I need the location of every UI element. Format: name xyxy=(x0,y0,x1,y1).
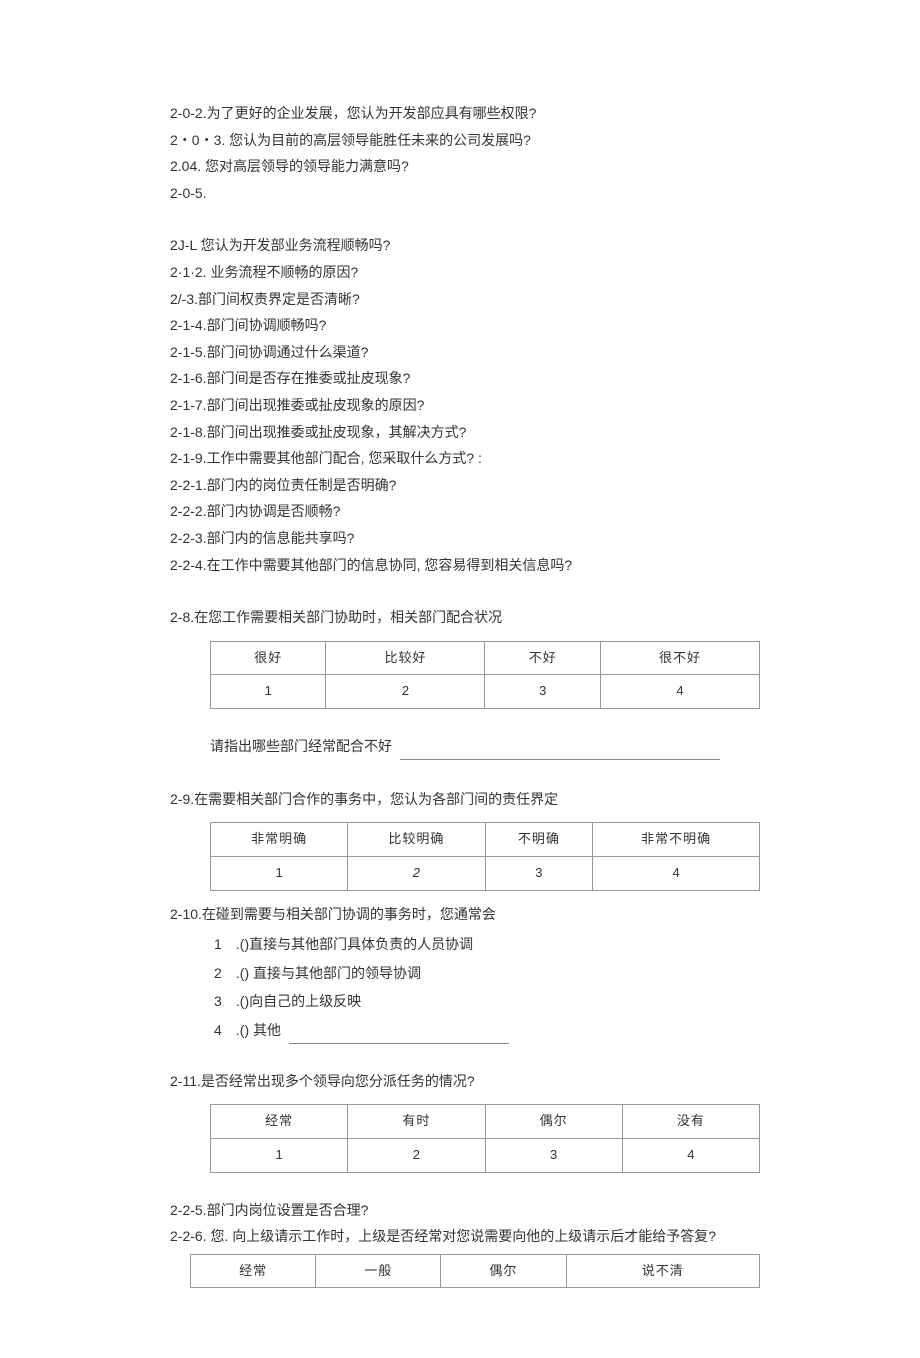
table-header: 比较好 xyxy=(326,641,485,675)
question-2-2-6: 2-2-6. 您. 向上级请示工作时，上级是否经常对您说需要向他的上级请示后才能… xyxy=(170,1223,750,1250)
option-number: 2 xyxy=(214,960,232,987)
table-cell: 1 xyxy=(211,1138,348,1172)
table-header: 比较明确 xyxy=(348,823,485,857)
question-2-1-9: 2-1-9.工作中需要其他部门配合, 您采取什么方式? : xyxy=(170,445,750,472)
table-cell: 2 xyxy=(326,675,485,709)
table-cell: 1 xyxy=(211,675,326,709)
table-header: 经常 xyxy=(191,1254,316,1288)
table-cell: 3 xyxy=(485,675,600,709)
question-2-10-title: 2-10.在碰到需要与相关部门协调的事务时，您通常会 xyxy=(170,901,750,928)
question-2-2-1: 2-2-1.部门内的岗位责任制是否明确? xyxy=(170,472,750,499)
question-2-2-4: 2-2-4.在工作中需要其他部门的信息协同, 您容易得到相关信息吗? xyxy=(170,552,750,579)
table-header: 不好 xyxy=(485,641,600,675)
question-2j-l: 2J-L 您认为开发部业务流程顺畅吗? xyxy=(170,232,750,259)
table-2-8: 很好 比较好 不好 很不好 1 2 3 4 xyxy=(210,641,760,709)
options-2-10: 1 .()直接与其他部门具体负责的人员协调 2 .() 直接与其他部门的领导协调… xyxy=(214,931,750,1043)
question-2-8-title: 2-8.在您工作需要相关部门协助时，相关部门配合状况 xyxy=(170,604,750,631)
table-2-2-6: 经常 一般 偶尔 说不清 xyxy=(190,1254,760,1289)
question-2-2-2: 2-2-2.部门内协调是否顺畅? xyxy=(170,498,750,525)
option-number: 4 xyxy=(214,1017,232,1044)
table-header: 偶尔 xyxy=(485,1105,622,1139)
option-number: 3 xyxy=(214,988,232,1015)
table-cell: 4 xyxy=(622,1138,759,1172)
fill-in-blank[interactable] xyxy=(289,1043,509,1044)
table-header: 很好 xyxy=(211,641,326,675)
question-2-slash-3: 2/-3.部门间权责界定是否清晰? xyxy=(170,286,750,313)
question-2-2-3: 2-2-3.部门内的信息能共享吗? xyxy=(170,525,750,552)
table-header: 一般 xyxy=(316,1254,441,1288)
table-header: 偶尔 xyxy=(441,1254,566,1288)
table-cell: 4 xyxy=(600,675,759,709)
option-item[interactable]: 3 .()向自己的上级反映 xyxy=(214,988,750,1015)
table-cell: 3 xyxy=(485,856,593,890)
option-item[interactable]: 2 .() 直接与其他部门的领导协调 xyxy=(214,960,750,987)
table-header: 很不好 xyxy=(600,641,759,675)
table-header: 说不清 xyxy=(566,1254,759,1288)
table-cell: 2 xyxy=(348,856,485,890)
table-2-9: 非常明确 比较明确 不明确 非常不明确 1 2 3 4 xyxy=(210,822,760,890)
option-text: .() 直接与其他部门的领导协调 xyxy=(236,965,421,981)
table-2-11: 经常 有时 偶尔 没有 1 2 3 4 xyxy=(210,1104,760,1172)
option-number: 1 xyxy=(214,931,232,958)
note-2-8: 请指出哪些部门经常配合不好 xyxy=(210,733,750,760)
fill-in-blank[interactable] xyxy=(400,759,720,760)
question-2-2-5: 2-2-5.部门内岗位设置是否合理? xyxy=(170,1197,750,1224)
question-2-1-7: 2-1-7.部门间出现推委或扯皮现象的原因? xyxy=(170,392,750,419)
question-2-1-2: 2·1·2. 业务流程不顺畅的原因? xyxy=(170,259,750,286)
question-2-11-title: 2-11.是否经常出现多个领导向您分派任务的情况? xyxy=(170,1068,750,1095)
option-text: .()向自己的上级反映 xyxy=(236,993,361,1009)
option-item[interactable]: 1 .()直接与其他部门具体负责的人员协调 xyxy=(214,931,750,958)
question-2-04: 2.04. 您对高层领导的领导能力满意吗? xyxy=(170,153,750,180)
table-header: 有时 xyxy=(348,1105,485,1139)
question-2-0-2: 2-0-2.为了更好的企业发展，您认为开发部应具有哪些权限? xyxy=(170,100,750,127)
option-text: .()直接与其他部门具体负责的人员协调 xyxy=(236,936,473,952)
table-header: 非常明确 xyxy=(211,823,348,857)
table-cell: 2 xyxy=(348,1138,485,1172)
question-2-0-5: 2-0-5. xyxy=(170,180,750,207)
table-header: 非常不明确 xyxy=(593,823,760,857)
table-header: 没有 xyxy=(622,1105,759,1139)
question-2-0-3: 2・0・3. 您认为目前的高层领导能胜任未来的公司发展吗? xyxy=(170,127,750,154)
table-header: 经常 xyxy=(211,1105,348,1139)
question-2-1-8: 2-1-8.部门间出现推委或扯皮现象，其解决方式? xyxy=(170,419,750,446)
question-2-1-6: 2-1-6.部门间是否存在推委或扯皮现象? xyxy=(170,365,750,392)
option-text: .() 其他 xyxy=(236,1022,281,1038)
table-cell: 1 xyxy=(211,856,348,890)
table-cell: 4 xyxy=(593,856,760,890)
question-2-9-title: 2-9.在需要相关部门合作的事务中，您认为各部门间的责任界定 xyxy=(170,786,750,813)
note-text: 请指出哪些部门经常配合不好 xyxy=(210,738,392,754)
question-2-1-4: 2-1-4.部门间协调顺畅吗? xyxy=(170,312,750,339)
table-cell: 3 xyxy=(485,1138,622,1172)
option-item[interactable]: 4 .() 其他 xyxy=(214,1017,750,1044)
question-2-1-5: 2-1-5.部门间协调通过什么渠道? xyxy=(170,339,750,366)
table-header: 不明确 xyxy=(485,823,593,857)
